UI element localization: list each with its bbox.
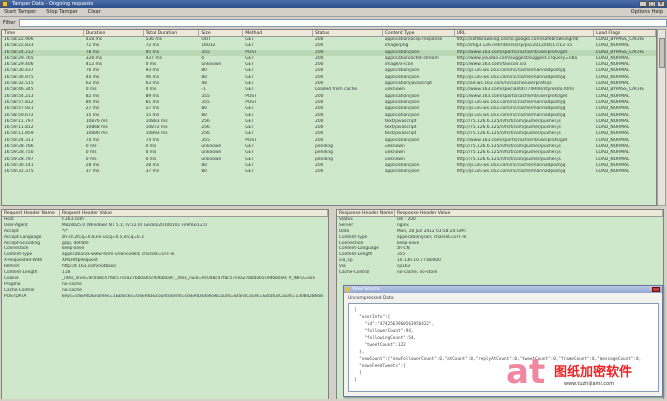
source-line: "tweetCount":122 — [354, 343, 406, 348]
window-title: Tamper Data - Ongoing requests — [12, 1, 94, 7]
scroll-thumb[interactable] — [659, 38, 665, 68]
header-name-column[interactable]: Request Header Name — [2, 210, 60, 216]
filter-input[interactable] — [19, 19, 667, 27]
app-icon — [2, 1, 8, 7]
column-header[interactable]: URL — [455, 30, 595, 36]
dialog-close-button[interactable] — [652, 287, 660, 292]
requests-table-header: Time Duration Total Duration Size Method Stat… — [2, 30, 656, 37]
header-value: no-cache, no-store — [397, 270, 438, 276]
source-line: "followerCount":94, — [354, 329, 414, 334]
filter-label: Filter — [3, 20, 16, 26]
header-row[interactable]: Cache-Control no-cache, no-store — [337, 270, 663, 276]
request-headers-pane: Request Header Name Request Header Value … — [1, 209, 329, 400]
table-cell: http://js.uni.ws.163.com/nc/cache/marina… — [456, 169, 566, 175]
start-tamper-button[interactable]: Start Tamper — [4, 9, 36, 15]
options-help-menu[interactable]: Options Help — [631, 9, 663, 15]
table-cell: 37 ms — [145, 169, 160, 175]
table-row[interactable]: 16:59:31.375 37 ms 37 ms 80 GET 200 applicatio… — [2, 169, 656, 175]
watermark-url: www.tuzhijiami.com — [564, 381, 615, 387]
toolbar: Start Tamper Stop Tamper Clear Options H… — [0, 8, 667, 17]
close-button[interactable]: × — [657, 1, 665, 7]
watermark-logo: at 图纸加密软件 www.tuzhijiami.com — [506, 355, 666, 399]
source-line: "followingCount":54, — [354, 336, 417, 341]
watermark-brand: 图纸加密软件 — [554, 361, 633, 380]
maximize-button[interactable]: □ — [648, 1, 656, 7]
stop-tamper-button[interactable]: Stop Tamper — [46, 9, 77, 15]
dialog-title: View Source — [352, 287, 380, 292]
minimize-button[interactable]: _ — [639, 1, 647, 7]
requests-table-body: 16:58:22.906 418 ms 536 ms OUT GET 200 applica… — [2, 37, 656, 176]
source-line: "id":"4742563960563956422", — [354, 322, 435, 327]
dialog-titlebar: View Source — [344, 286, 662, 293]
column-header[interactable]: Size — [199, 30, 244, 36]
table-cell: 16:59:31.375 — [4, 169, 34, 175]
dialog-icon — [345, 287, 350, 292]
window-titlebar: Tamper Data - Ongoing requests _ □ × — [0, 0, 667, 8]
header-value-column[interactable]: Response Header Value — [395, 210, 663, 216]
uncompressed-data-label: Uncompressed Data — [348, 296, 394, 301]
table-cell: application/json — [384, 169, 420, 175]
column-header[interactable]: Status — [313, 30, 383, 36]
column-header[interactable]: Load Flags — [594, 30, 656, 36]
column-header[interactable]: Duration — [84, 30, 144, 36]
request-headers-body: Host t.163.com User-Agent Mozilla/5.0 (Wind… — [2, 217, 328, 299]
header-name: POSTDATA — [4, 293, 27, 299]
source-line: "userInfo":{ — [354, 315, 391, 320]
request-headers-header: Request Header Name Request Header Value — [2, 210, 328, 217]
requests-scrollbar[interactable] — [657, 29, 666, 206]
header-row[interactable]: POSTDATA keys=USERID&names=1&blocks=USERI… — [2, 294, 328, 300]
header-name-column[interactable]: Response Header Name — [337, 210, 395, 216]
requests-table: Time Duration Total Duration Size Method Stat… — [1, 29, 657, 206]
table-cell: 37 ms — [85, 169, 100, 175]
window-controls: _ □ × — [639, 1, 665, 7]
column-header[interactable]: Time — [2, 30, 84, 36]
response-headers-header: Response Header Name Response Header Valu… — [337, 210, 663, 217]
clear-button[interactable]: Clear — [88, 9, 101, 15]
table-cell: LOAD_NORMAL — [596, 169, 630, 175]
table-cell: 80 — [201, 169, 207, 175]
filter-bar: Filter — [0, 18, 667, 28]
response-headers-body: Status OK - 200 Server nginx Date Mon, 28 Jun… — [337, 217, 663, 276]
header-name: Cache-Control — [339, 270, 370, 276]
header-value: keys=USERID&names=1&blocks=USERID&countU… — [62, 293, 323, 299]
watermark-mark: at — [506, 352, 546, 392]
column-header[interactable]: Method — [243, 30, 314, 36]
column-header[interactable]: Content Type — [383, 30, 455, 36]
header-value-column[interactable]: Request Header Value — [60, 210, 328, 216]
column-header[interactable]: Total Duration — [144, 30, 200, 36]
table-cell: GET — [245, 169, 255, 175]
table-cell: 200 — [315, 169, 324, 175]
source-line: [ — [354, 308, 357, 313]
